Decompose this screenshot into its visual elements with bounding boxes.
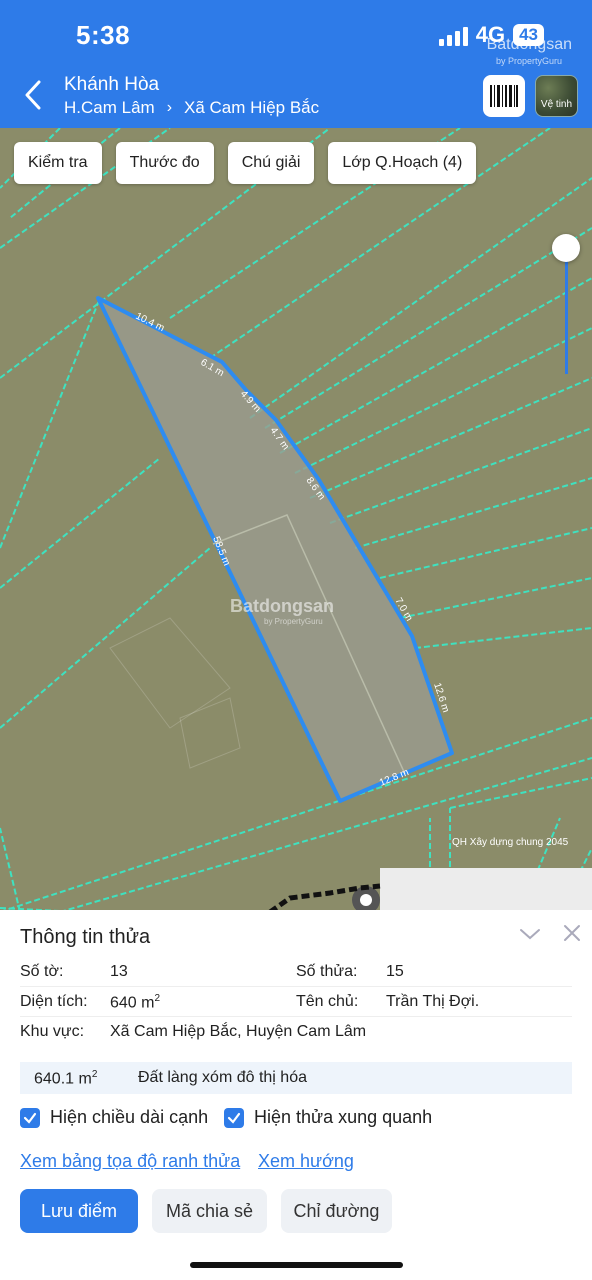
land-area: 640.1 m2	[34, 1069, 97, 1088]
chevron-left-icon	[25, 80, 41, 110]
satellite-label: Vệ tinh	[540, 99, 573, 110]
satellite-toggle[interactable]: Vệ tinh	[535, 75, 578, 117]
measure-button[interactable]: Thước đo	[115, 142, 214, 184]
show-edge-length-option[interactable]: Hiện chiều dài cạnh	[20, 1107, 208, 1128]
map-view[interactable]: 10.4 m 6.1 m 4.9 m 4.7 m 8.6 m 7.0 m 12.…	[0, 128, 592, 912]
info-row-sheet: Số tờ: 13 Số thửa: 15	[20, 957, 572, 987]
map-toolbar: Kiểm tra Thước đo Chú giải Lớp Q.Hoạch (…	[14, 142, 477, 184]
app-header: 5:38 4G 43 Batdongsan by PropertyGuru Kh…	[0, 0, 592, 128]
opacity-slider-track[interactable]	[565, 248, 568, 374]
sheet-value: 13	[110, 963, 128, 980]
land-area-sup: 2	[91, 1069, 98, 1080]
province-title: Khánh Hòa	[64, 74, 160, 95]
directions-button[interactable]: Chỉ đường	[281, 1189, 392, 1233]
barcode-icon	[490, 85, 518, 107]
land-type: Đất làng xóm đô thị hóa	[138, 1069, 307, 1086]
direction-link[interactable]: Xem hướng	[258, 1151, 354, 1172]
owner-label: Tên chủ:	[296, 993, 359, 1010]
info-row-region: Khu vực: Xã Cam Hiệp Bắc, Huyện Cam Lâm	[20, 1017, 572, 1047]
area-unit-sup: 2	[154, 993, 161, 1004]
checkbox-checked-icon[interactable]	[224, 1107, 244, 1128]
show-surrounding-label: Hiện thửa xung quanh	[254, 1107, 433, 1127]
planning-layer-label: QH Xây dựng chung 2045	[452, 837, 569, 848]
map-canvas: 10.4 m 6.1 m 4.9 m 4.7 m 8.6 m 7.0 m 12.…	[0, 128, 592, 912]
check-button[interactable]: Kiểm tra	[14, 142, 102, 184]
status-time: 5:38	[76, 20, 131, 50]
building-outlines	[109, 617, 241, 769]
signal-icon	[438, 24, 468, 46]
opacity-slider-handle[interactable]	[552, 234, 580, 262]
back-button[interactable]	[18, 78, 48, 112]
parcel-number-value: 15	[386, 963, 404, 980]
panel-title: Thông tin thửa	[20, 926, 151, 948]
region-value: Xã Cam Hiệp Bắc, Huyện Cam Lâm	[110, 1023, 367, 1040]
area-value: 640 m2	[110, 993, 160, 1012]
brand-watermark-map: Batdongsan by PropertyGuru	[230, 596, 334, 626]
map-road-area	[380, 868, 592, 912]
barcode-button[interactable]	[483, 75, 525, 117]
coordinates-link[interactable]: Xem bảng tọa độ ranh thửa	[20, 1151, 240, 1172]
brand-watermark: Batdongsan	[486, 36, 572, 53]
show-edge-length-label: Hiện chiều dài cạnh	[50, 1107, 209, 1127]
area-value-text: 640 m	[110, 994, 155, 1012]
breadcrumb-commune[interactable]: Xã Cam Hiệp Bắc	[184, 98, 319, 118]
breadcrumb: H.Cam Lâm › Xã Cam Hiệp Bắc	[64, 98, 319, 118]
chevron-right-icon: ›	[166, 99, 173, 116]
planning-layer-button[interactable]: Lớp Q.Hoạch (4)	[328, 142, 477, 184]
breadcrumb-district[interactable]: H.Cam Lâm	[64, 98, 155, 118]
watermark-name: Batdongsan	[230, 596, 335, 616]
checkbox-checked-icon[interactable]	[20, 1107, 40, 1128]
save-point-button[interactable]: Lưu điểm	[20, 1189, 138, 1233]
watermark-sub: by PropertyGuru	[264, 617, 323, 626]
region-label: Khu vực:	[20, 1023, 85, 1040]
share-code-button[interactable]: Mã chia sẻ	[152, 1189, 267, 1233]
home-indicator	[190, 1262, 403, 1268]
land-use-box: 640.1 m2 Đất làng xóm đô thị hóa	[20, 1062, 572, 1094]
brand-sub: by PropertyGuru	[495, 56, 562, 66]
info-row-area: Diện tích: 640 m2 Tên chủ: Trần Thị Đợi.	[20, 987, 572, 1017]
chevron-down-icon[interactable]	[519, 924, 541, 944]
selected-parcel[interactable]	[96, 296, 454, 803]
land-area-text: 640.1 m	[34, 1070, 92, 1088]
parcel-number-label: Số thửa:	[296, 963, 358, 980]
close-icon[interactable]	[561, 922, 583, 944]
sheet-label: Số tờ:	[20, 963, 64, 980]
owner-value: Trần Thị Đợi.	[386, 993, 480, 1010]
parcel-info-panel: Thông tin thửa Số tờ: 13 Số thửa: 15 Diệ…	[0, 910, 592, 1280]
legend-button[interactable]: Chú giải	[227, 142, 315, 184]
area-label: Diện tích:	[20, 993, 88, 1010]
show-surrounding-option[interactable]: Hiện thửa xung quanh	[224, 1107, 432, 1128]
